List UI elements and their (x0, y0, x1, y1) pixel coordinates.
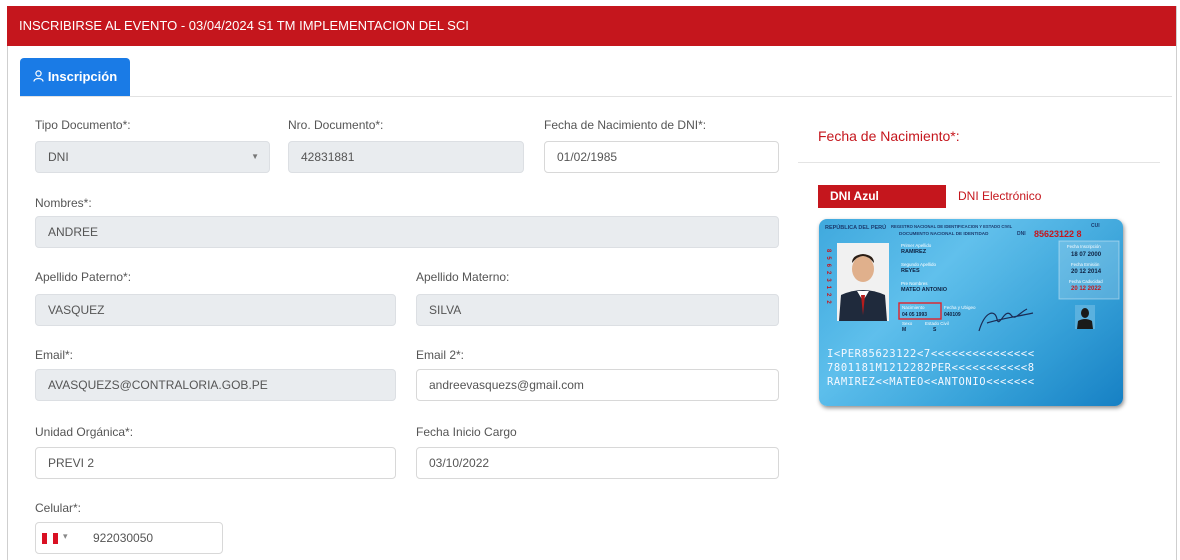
dni-pre-nombres: MATEO ANTONIO (901, 287, 948, 293)
chevron-down-icon: ▼ (251, 152, 259, 161)
nro-documento-field[interactable]: 42831881 (288, 141, 524, 173)
dni-segundo-apellido-label: Segundo Apellido (901, 262, 937, 267)
dni-cui: 85623122 8 (1034, 229, 1082, 239)
email-label: Email*: (35, 348, 74, 362)
dni-cui-label: CUI (1091, 223, 1100, 229)
apellido-materno-field[interactable]: SILVA (416, 294, 779, 326)
tipo-documento-label: Tipo Documento*: (35, 118, 131, 132)
svg-text:85623122: 85623122 (825, 249, 831, 308)
email2-field[interactable]: andreevasquezs@gmail.com (416, 369, 779, 401)
dni-nacimiento: 04 05 1993 (902, 312, 927, 318)
dni-azul-button[interactable]: DNI Azul (818, 185, 946, 208)
right-divider (798, 162, 1160, 163)
apellido-paterno-field[interactable]: VASQUEZ (35, 294, 396, 326)
dni-sexo-label: Sexo (902, 321, 913, 326)
tab-inscripcion[interactable]: Inscripción (20, 58, 130, 96)
dni-ubigeo: 040109 (944, 312, 961, 318)
dni-documento: DOCUMENTO NACIONAL DE IDENTIDAD (899, 231, 989, 236)
apellido-materno-label: Apellido Materno: (416, 270, 510, 284)
country-caret-icon[interactable]: ▾ (63, 531, 68, 542)
dni-mrz-line-2: 7801181M1212282PER<<<<<<<<<<<8 (827, 362, 1035, 374)
email2-label: Email 2*: (416, 348, 465, 362)
unidad-organica-field[interactable]: PREVI 2 (35, 447, 396, 479)
dni-emision-label: Fecha Emisión (1071, 262, 1100, 267)
dni-registro: REGISTRO NACIONAL DE IDENTIFICACION Y ES… (891, 224, 1013, 229)
peru-flag-icon[interactable] (42, 533, 58, 544)
dni-electronico-button[interactable]: DNI Electrónico (958, 185, 1041, 208)
celular-value: 922030050 (93, 531, 154, 545)
fecha-nacimiento-dni-label: Fecha de Nacimiento de DNI*: (544, 118, 707, 132)
fecha-inicio-cargo-field[interactable]: 03/10/2022 (416, 447, 779, 479)
user-icon (33, 59, 44, 97)
dni-caducidad: 20 12 2022 (1071, 286, 1102, 292)
nombres-field[interactable]: ANDREE (35, 216, 779, 248)
dni-inscripcion-label: Fecha Inscripción (1067, 244, 1101, 249)
dni-mrz-line-1: I<PER85623122<7<<<<<<<<<<<<<<< (827, 348, 1035, 360)
nro-documento-label: Nro. Documento*: (288, 118, 384, 132)
dni-dni-label: DNI (1017, 231, 1026, 237)
unidad-organica-label: Unidad Orgánica*: (35, 425, 134, 439)
dni-ubigeo-label: Fecha y Ubigeo (944, 305, 976, 310)
dni-primer-apellido-label: Primer Apellido (901, 243, 932, 248)
fecha-nacimiento-title: Fecha de Nacimiento*: (818, 128, 960, 144)
event-header: INSCRIBIRSE AL EVENTO - 03/04/2024 S1 TM… (7, 6, 1176, 46)
tipo-documento-value: DNI (48, 150, 69, 164)
dni-inscripcion: 18 07 2000 (1071, 252, 1102, 258)
dni-card-image: REPÚBLICA DEL PERÚ REGISTRO NACIONAL DE … (819, 219, 1123, 406)
dni-mrz-line-3: RAMIREZ<<MATEO<<ANTONIO<<<<<<< (827, 376, 1035, 388)
dni-primer-apellido: RAMIREZ (901, 249, 927, 255)
celular-label: Celular*: (35, 501, 82, 515)
dni-estado-civil-label: Estado Civil (925, 321, 949, 326)
event-title: INSCRIBIRSE AL EVENTO - 03/04/2024 S1 TM… (19, 18, 469, 33)
fecha-inicio-cargo-label: Fecha Inicio Cargo (416, 425, 517, 439)
tab-divider (20, 96, 1172, 97)
dni-caducidad-label: Fecha Caducidad (1069, 279, 1103, 284)
email-field[interactable]: AVASQUEZS@CONTRALORIA.GOB.PE (35, 369, 396, 401)
apellido-paterno-label: Apellido Paterno*: (35, 270, 132, 284)
dni-nacimiento-label: Nacimiento (902, 305, 925, 310)
dni-segundo-apellido: REYES (901, 268, 920, 274)
tab-label: Inscripción (47, 69, 118, 84)
dni-republica: REPÚBLICA DEL PERÚ (825, 224, 886, 231)
tipo-documento-select[interactable]: DNI ▼ (35, 141, 270, 173)
fecha-nacimiento-dni-field[interactable]: 01/02/1985 (544, 141, 779, 173)
nombres-label: Nombres*: (35, 196, 92, 210)
dni-sexo: M (902, 327, 906, 333)
dni-pre-nombres-label: Pre Nombres (901, 281, 928, 286)
dni-emision: 20 12 2014 (1071, 269, 1102, 275)
